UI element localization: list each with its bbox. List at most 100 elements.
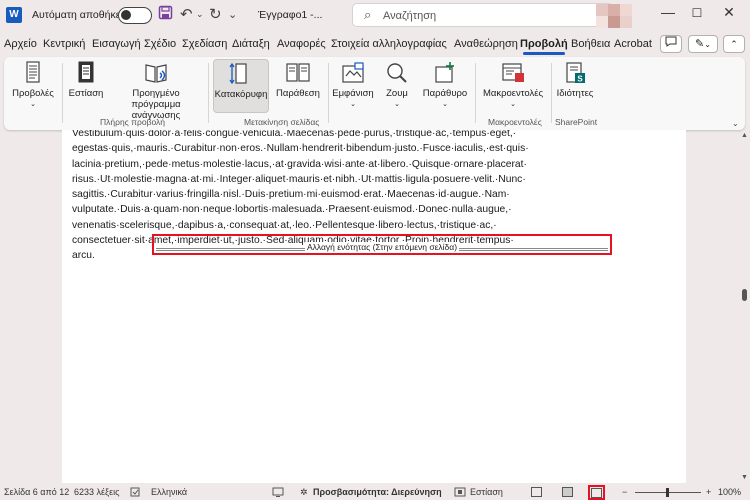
chevron-down-icon[interactable]: ⌄ — [732, 119, 739, 128]
focus-button[interactable]: Εστίαση — [66, 59, 106, 113]
zoom-out-button[interactable]: − — [622, 487, 627, 497]
tab-review[interactable]: Αναθεώρηση — [454, 38, 518, 50]
chevron-down-icon: ⌄ — [394, 101, 400, 108]
search-box[interactable]: ⌕ — [352, 3, 613, 27]
views-label: Προβολές — [12, 88, 54, 99]
tab-references[interactable]: Αναφορές — [277, 38, 326, 50]
tab-draw[interactable]: Σχέδιο — [144, 38, 176, 50]
menu-bar: Αρχείο Κεντρική Εισαγωγή Σχέδιο Σχεδίαση… — [0, 34, 750, 56]
focus-mode-icon[interactable] — [454, 487, 466, 499]
tab-help[interactable]: Βοήθεια — [571, 38, 610, 50]
text-line: egestas·quis,·mauris.·Curabitur·non·eros… — [72, 143, 529, 155]
web-layout-highlight — [588, 485, 605, 500]
editing-mode-button[interactable]: ✎⌄ — [688, 35, 718, 53]
group-label-immersive: Πλήρης προβολή — [100, 117, 165, 127]
zoom-slider-thumb[interactable] — [666, 488, 669, 497]
side-to-side-button[interactable]: Παράθεση — [271, 59, 325, 113]
side-to-side-label: Παράθεση — [276, 88, 320, 99]
toggle-knob — [121, 10, 131, 20]
group-separator — [551, 63, 552, 123]
language[interactable]: Ελληνικά — [151, 487, 187, 497]
autosave-toggle[interactable] — [118, 7, 152, 24]
window-icon — [435, 62, 454, 83]
window-label: Παράθυρο — [422, 88, 468, 99]
comment-icon — [665, 36, 677, 47]
properties-label: Ιδιότητες — [556, 88, 594, 99]
more-commands-icon[interactable]: ⌄ — [228, 8, 237, 21]
views-button[interactable]: Προβολές ⌄ — [6, 59, 60, 113]
search-input[interactable] — [383, 7, 583, 24]
zoom-in-button[interactable]: + — [706, 487, 711, 497]
tab-view[interactable]: Προβολή — [520, 38, 568, 55]
accessibility-status[interactable]: Προσβασιμότητα: Διερεύνηση — [313, 487, 442, 497]
document-title[interactable]: Έγγραφο1 -... — [258, 9, 322, 21]
tab-insert[interactable]: Εισαγωγή — [92, 38, 141, 50]
pencil-icon: ✎ — [695, 38, 705, 50]
immersive-reader-icon — [145, 64, 167, 83]
scroll-up-icon[interactable]: ▲ — [741, 132, 748, 139]
close-icon[interactable]: ✕ — [718, 4, 740, 21]
immersive-reader-button[interactable]: Προηγμένο πρόγραμμα ανάγνωσης — [108, 59, 204, 121]
window-button[interactable]: Παράθυρο ⌄ — [420, 59, 470, 113]
undo-icon[interactable]: ↶ — [180, 5, 193, 23]
word-count[interactable]: 6233 λέξεις — [74, 487, 119, 497]
tab-acrobat[interactable]: Acrobat — [614, 38, 652, 50]
macros-label: Μακροεντολές — [482, 88, 544, 99]
text-line: risus.·Ut·molestie·magna·at·mi.·Integer·… — [72, 173, 526, 185]
read-mode-icon[interactable] — [531, 487, 542, 497]
group-separator — [208, 63, 209, 123]
proofing-icon[interactable] — [130, 487, 140, 499]
group-separator — [475, 63, 476, 123]
show-button[interactable]: Εμφάνιση ⌄ — [332, 59, 374, 113]
vertical-icon — [229, 62, 247, 85]
chevron-down-icon: ⌄ — [350, 101, 356, 108]
title-bar: W Αυτόματη αποθήκευση ↶ ⌄ ↻ ⌄ Έγγραφο1 -… — [0, 0, 750, 32]
properties-button[interactable]: S Ιδιότητες — [555, 59, 595, 113]
focus-mode[interactable]: Εστίαση — [470, 487, 503, 497]
avatar[interactable] — [596, 2, 636, 30]
properties-icon: S — [566, 62, 585, 84]
accessibility-icon[interactable]: ✲ — [300, 487, 308, 498]
display-settings-icon[interactable] — [272, 487, 284, 499]
chevron-up-icon: ⌃ — [730, 39, 738, 49]
zoom-button[interactable]: Ζουμ ⌄ — [376, 59, 418, 113]
macros-icon — [502, 63, 524, 82]
tab-file[interactable]: Αρχείο — [4, 38, 37, 50]
focus-icon — [78, 61, 94, 83]
focus-label: Εστίαση — [68, 88, 104, 99]
minimize-icon[interactable]: — — [657, 4, 679, 20]
zoom-level[interactable]: 100% — [718, 487, 741, 497]
tab-mailings[interactable]: Στοιχεία αλληλογραφίας — [331, 38, 447, 50]
group-separator — [62, 63, 63, 123]
group-label-macros: Μακροεντολές — [488, 117, 542, 127]
vertical-label: Κατακόρυφη — [214, 89, 268, 100]
status-bar: Σελίδα 6 από 12 6233 λέξεις Ελληνικά ✲ Π… — [0, 485, 750, 500]
redo-icon[interactable]: ↻ — [209, 5, 222, 23]
tab-layout[interactable]: Διάταξη — [232, 38, 270, 50]
section-break-highlight — [152, 234, 612, 255]
group-label-page-movement: Μετακίνηση σελίδας — [244, 117, 320, 127]
text-line: venenatis·scelerisque,·dapibus·a,·conseq… — [72, 219, 497, 231]
vertical-button[interactable]: Κατακόρυφη — [213, 59, 269, 113]
chevron-down-icon: ⌄ — [30, 101, 36, 108]
tab-design[interactable]: Σχεδίαση — [182, 38, 227, 50]
print-layout-icon[interactable] — [562, 487, 573, 497]
zoom-icon — [387, 63, 407, 83]
ribbon: Προβολές ⌄ Εστίαση Προηγμένο πρόγραμμα α… — [4, 57, 745, 130]
text-line: lacinia·pretium,·pede·metus·molestie·lac… — [72, 158, 527, 170]
chevron-down-icon: ⌄ — [442, 101, 448, 108]
views-icon — [26, 61, 40, 83]
tab-home[interactable]: Κεντρική — [43, 38, 85, 50]
macros-button[interactable]: Μακροεντολές ⌄ — [478, 59, 548, 113]
show-icon — [342, 62, 364, 83]
scroll-down-icon[interactable]: ▼ — [741, 474, 748, 481]
page-count[interactable]: Σελίδα 6 από 12 — [4, 487, 69, 497]
word-logo-icon: W — [6, 7, 22, 23]
maximize-icon[interactable]: ☐ — [686, 6, 708, 20]
save-icon[interactable] — [158, 5, 173, 24]
vertical-scrollbar-thumb[interactable] — [742, 289, 747, 301]
comments-button[interactable] — [660, 35, 682, 53]
ribbon-display-button[interactable]: ⌃ — [723, 35, 745, 53]
undo-dropdown-icon[interactable]: ⌄ — [196, 9, 204, 20]
text-line: vulputate.·Duis·a·quam·non·neque·loborti… — [72, 204, 512, 216]
